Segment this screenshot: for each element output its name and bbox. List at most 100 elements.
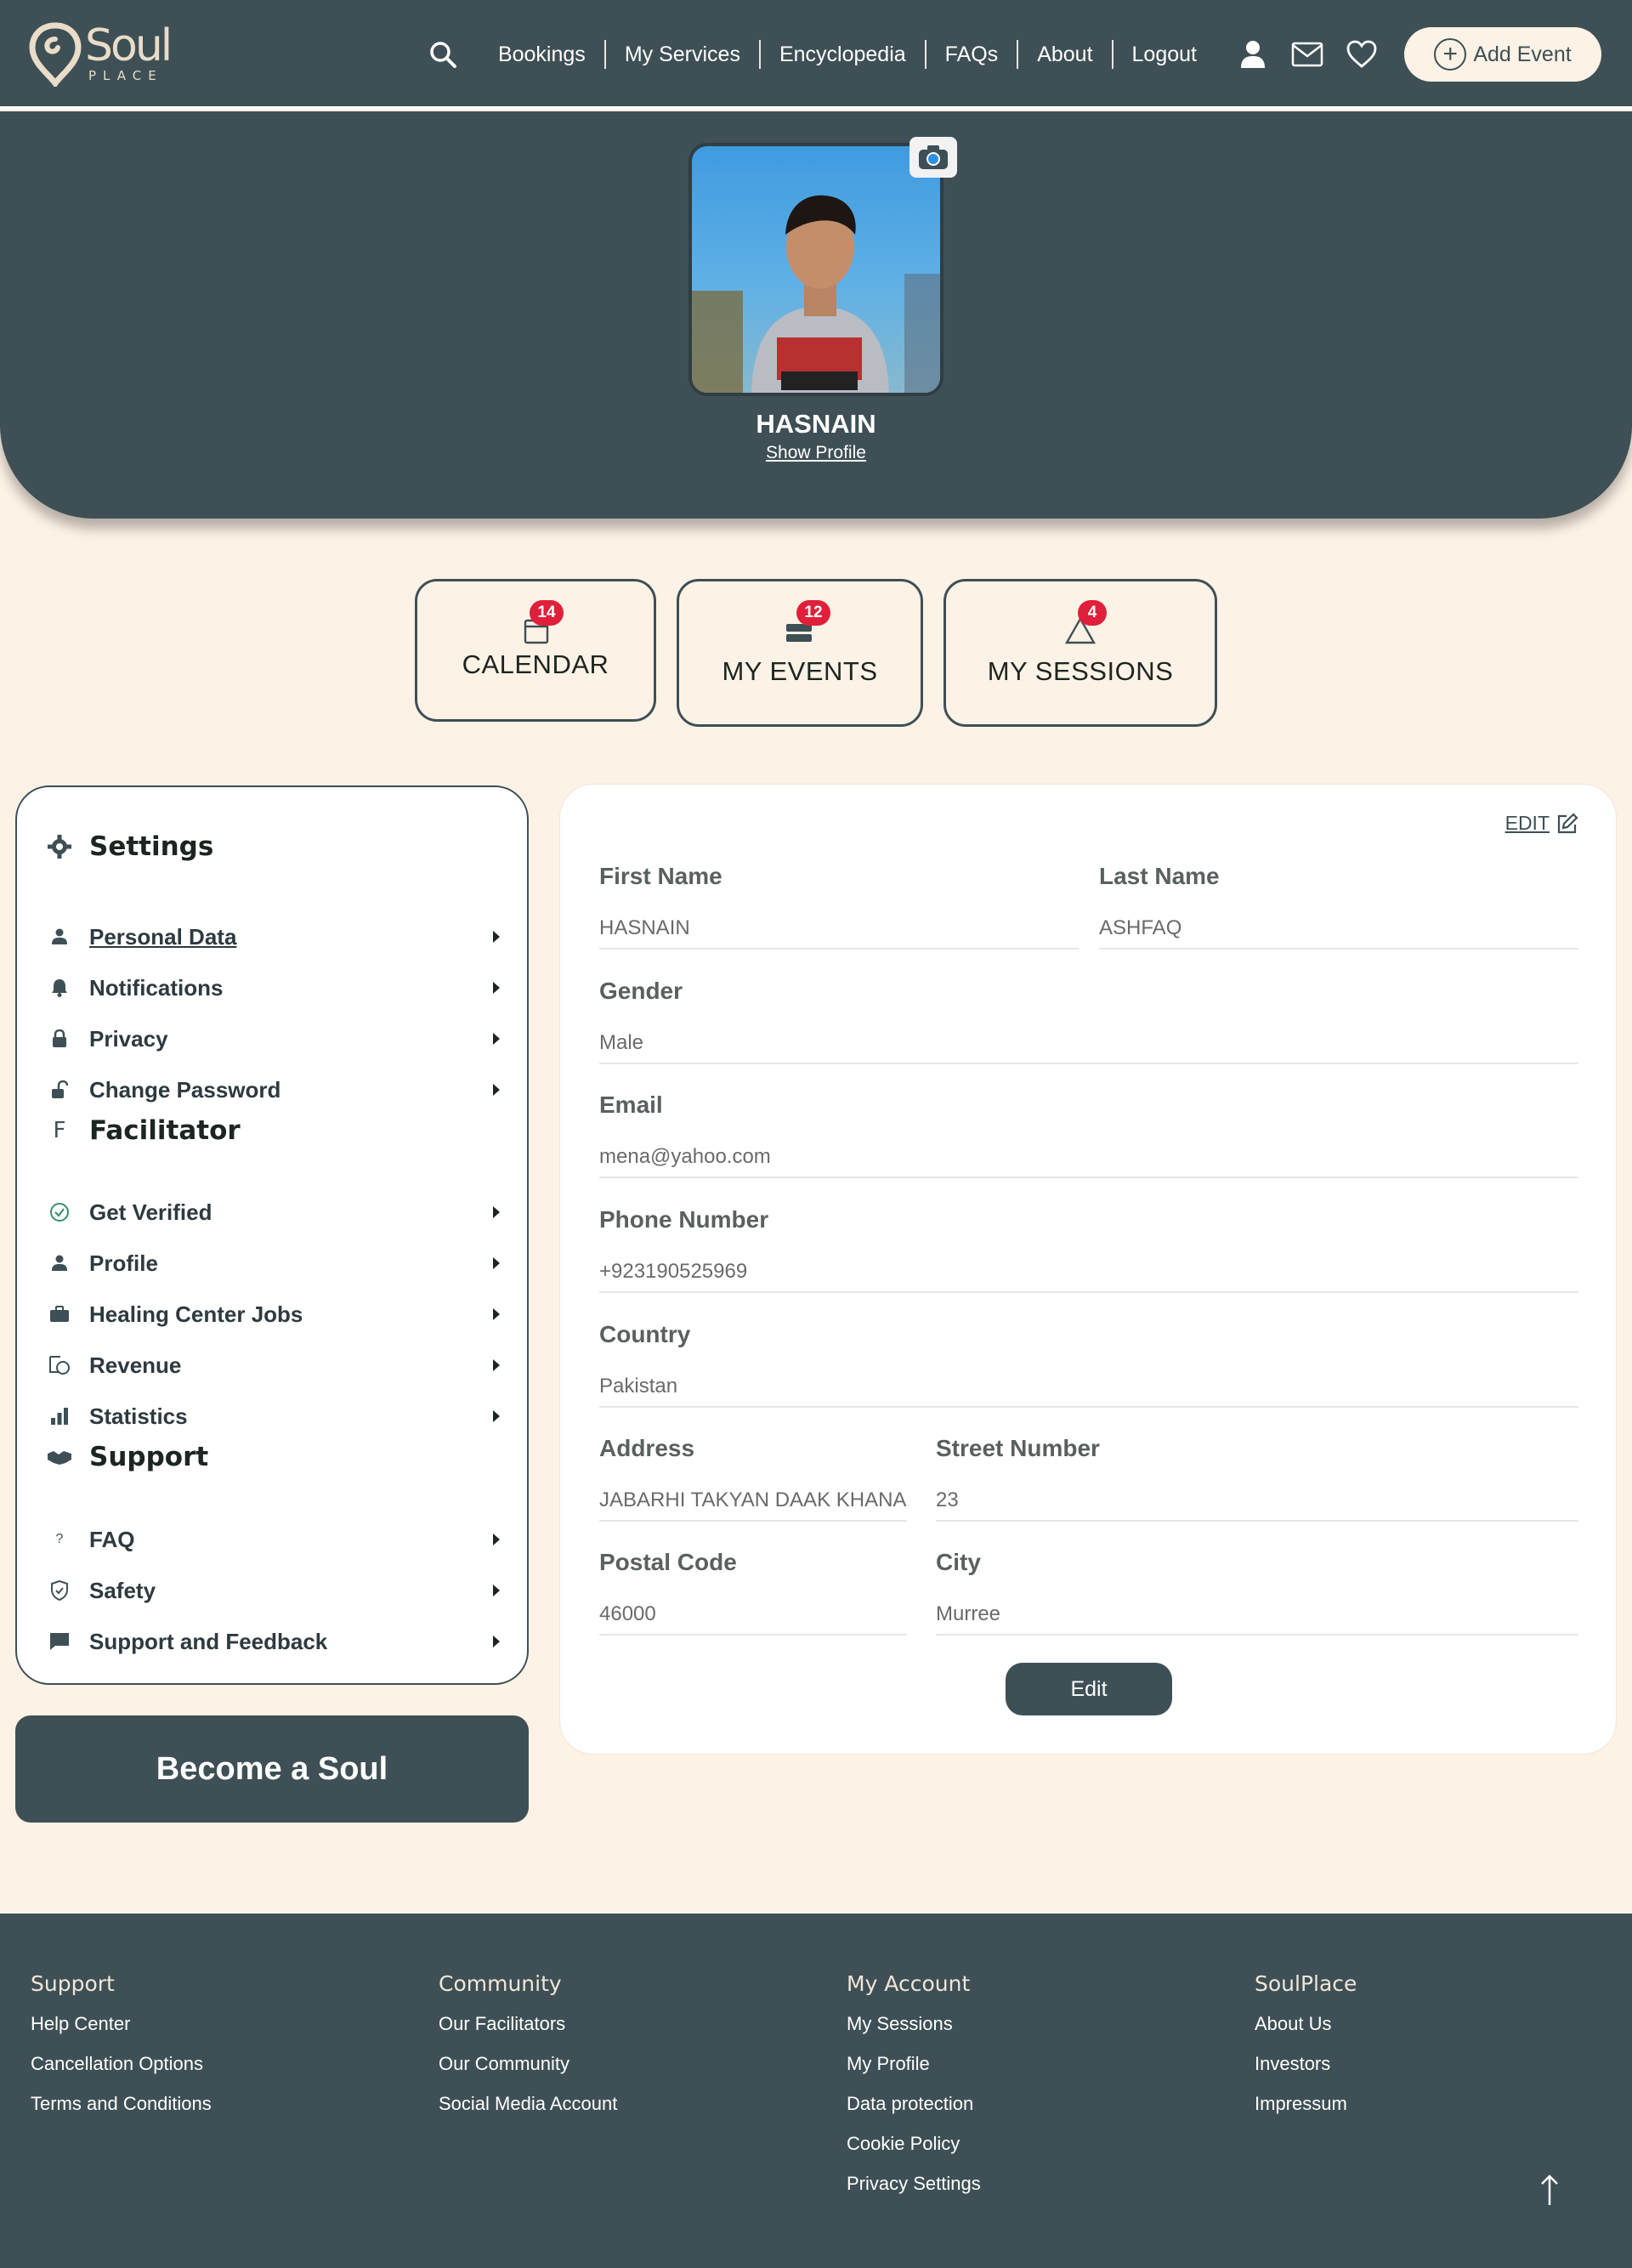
bar-chart-icon [47, 1403, 72, 1429]
nav-links: Bookings My Services Encyclopedia FAQs A… [428, 0, 1632, 109]
sidebar-item-label: Healing Center Jobs [89, 1301, 303, 1327]
sidebar-item-revenue[interactable]: Revenue [17, 1344, 527, 1386]
footer-link[interactable]: My Profile [847, 2053, 981, 2075]
footer-link[interactable]: Cookie Policy [847, 2133, 981, 2155]
chat-icon [47, 1629, 72, 1654]
footer-link[interactable]: Privacy Settings [847, 2173, 981, 2195]
footer: Support Help Center Cancellation Options… [0, 1914, 1632, 2268]
sidebar-item-notifications[interactable]: Notifications [17, 967, 527, 1009]
address-input[interactable] [599, 1481, 907, 1522]
chevron-right-icon [493, 1410, 500, 1422]
sidebar-item-safety[interactable]: Safety [17, 1569, 527, 1612]
city-label: City [936, 1549, 981, 1575]
bell-icon [47, 975, 72, 1001]
footer-link[interactable]: Our Facilitators [439, 2013, 617, 2035]
facilitator-heading: F Facilitator [17, 1115, 527, 1146]
sidebar-item-faq[interactable]: ? FAQ [17, 1518, 527, 1561]
footer-link[interactable]: Cancellation Options [31, 2053, 212, 2075]
arrow-up-icon[interactable] [1537, 2173, 1562, 2207]
show-profile-link[interactable]: Show Profile [0, 443, 1632, 463]
nav-logout[interactable]: Logout [1114, 40, 1216, 69]
footer-title: Community [439, 1971, 562, 1996]
first-name-label: First Name [599, 863, 722, 889]
support-heading: Support [17, 1442, 527, 1472]
sidebar-item-label: Profile [89, 1250, 158, 1276]
my-events-label: MY EVENTS [722, 656, 878, 686]
sidebar-item-personal-data[interactable]: Personal Data [17, 916, 527, 958]
address-label: Address [599, 1435, 695, 1461]
settings-sidebar: Settings Personal Data Notifications Pri… [15, 785, 529, 1685]
email-label: Email [599, 1091, 663, 1118]
camera-icon [919, 145, 948, 169]
footer-link[interactable]: Data protection [847, 2093, 981, 2115]
add-event-label: Add Event [1473, 42, 1572, 66]
footer-title: Support [31, 1971, 115, 1996]
sidebar-item-profile[interactable]: Profile [17, 1242, 527, 1284]
country-input[interactable] [599, 1367, 1578, 1408]
footer-link[interactable]: Our Community [439, 2053, 617, 2075]
question-icon: ? [55, 1532, 64, 1546]
postal-code-field: Postal Code [599, 1549, 907, 1636]
nav-my-services[interactable]: My Services [606, 40, 761, 69]
sidebar-item-change-password[interactable]: Change Password [17, 1069, 527, 1111]
first-name-input[interactable] [599, 909, 1079, 950]
sidebar-item-label: Get Verified [89, 1199, 212, 1225]
logo-pin-icon [29, 22, 82, 87]
chevron-right-icon [493, 1359, 500, 1371]
chevron-right-icon [493, 931, 500, 943]
mail-icon[interactable] [1290, 37, 1324, 71]
soulplace-logo[interactable]: Soul PLACE [29, 22, 173, 87]
avatar-photo [692, 195, 940, 393]
support-title: Support [89, 1442, 209, 1472]
gender-field: Gender [599, 978, 1578, 1064]
street-number-input[interactable] [936, 1481, 1578, 1522]
heart-icon[interactable] [1345, 37, 1379, 71]
search-icon[interactable] [428, 40, 457, 69]
footer-title: My Account [847, 1971, 971, 1996]
sidebar-item-get-verified[interactable]: Get Verified [17, 1191, 527, 1233]
footer-link[interactable]: Social Media Account [439, 2093, 617, 2115]
unlock-icon [47, 1077, 72, 1103]
gear-icon [47, 834, 72, 859]
city-input[interactable] [936, 1595, 1578, 1636]
sidebar-item-label: Statistics [89, 1403, 188, 1429]
edit-link[interactable]: EDIT [1505, 812, 1578, 835]
user-icon[interactable] [1236, 37, 1270, 71]
add-event-button[interactable]: + Add Event [1404, 27, 1601, 82]
gender-input[interactable] [599, 1023, 1578, 1064]
nav-faqs[interactable]: FAQs [926, 40, 1019, 69]
calendar-count-badge: 14 [530, 600, 564, 626]
calendar-card[interactable]: 14 CALENDAR [415, 579, 656, 722]
edit-button[interactable]: Edit [1006, 1663, 1172, 1715]
nav-encyclopedia[interactable]: Encyclopedia [761, 40, 926, 69]
lock-icon [47, 1026, 72, 1052]
sidebar-item-statistics[interactable]: Statistics [17, 1395, 527, 1437]
footer-link[interactable]: About Us [1255, 2013, 1357, 2035]
check-circle-icon [47, 1199, 72, 1225]
phone-input[interactable] [599, 1252, 1578, 1293]
become-a-soul-button[interactable]: Become a Soul [15, 1715, 529, 1823]
footer-link[interactable]: Terms and Conditions [31, 2093, 212, 2115]
footer-link[interactable]: Help Center [31, 2013, 212, 2035]
profile-hero: HASNAIN Show Profile [0, 111, 1632, 519]
footer-link[interactable]: My Sessions [847, 2013, 981, 2035]
sidebar-item-label: Personal Data [89, 923, 237, 950]
footer-link[interactable]: Investors [1255, 2053, 1357, 2075]
sidebar-item-support-feedback[interactable]: Support and Feedback [17, 1620, 527, 1663]
last-name-input[interactable] [1099, 909, 1578, 950]
postal-code-input[interactable] [599, 1595, 907, 1636]
nav-about[interactable]: About [1018, 40, 1114, 69]
logo-text: Soul PLACE [85, 22, 173, 83]
nav-bookings[interactable]: Bookings [479, 40, 606, 69]
sidebar-item-healing-center-jobs[interactable]: Healing Center Jobs [17, 1293, 527, 1335]
chevron-right-icon [493, 1534, 500, 1545]
sidebar-item-privacy[interactable]: Privacy [17, 1018, 527, 1060]
my-sessions-card[interactable]: 4 MY SESSIONS [944, 579, 1217, 727]
email-input[interactable] [599, 1137, 1578, 1178]
my-events-card[interactable]: 12 MY EVENTS [677, 579, 923, 727]
settings-heading: Settings [17, 831, 527, 862]
postal-code-label: Postal Code [599, 1549, 737, 1575]
person-icon [47, 1250, 72, 1276]
change-photo-button[interactable] [910, 137, 957, 178]
footer-link[interactable]: Impressum [1255, 2093, 1357, 2115]
